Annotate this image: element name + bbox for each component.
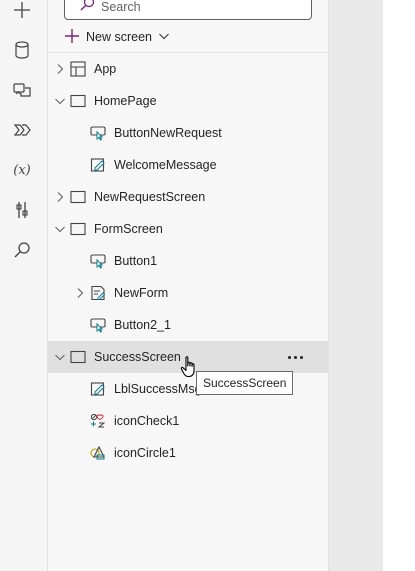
screen-icon xyxy=(70,349,86,365)
new-screen-button[interactable]: New screen xyxy=(64,26,170,48)
tree-item-button2-1[interactable]: Button2_1 xyxy=(48,309,328,341)
tree-item-label: iconCheck1 xyxy=(114,414,180,428)
tree-item-buttonnewrequest[interactable]: ButtonNewRequest xyxy=(48,117,328,149)
tree-item-label: FormScreen xyxy=(94,222,163,236)
tree-item-formscreen[interactable]: FormScreen xyxy=(48,213,328,245)
tooltip: SuccessScreen xyxy=(196,371,294,395)
tree-item-label: Button2_1 xyxy=(114,318,171,332)
chevron-right-icon[interactable] xyxy=(54,191,66,203)
search-input[interactable]: Search xyxy=(64,0,312,20)
tree-item-app[interactable]: App xyxy=(48,53,328,85)
hand-cursor-icon xyxy=(180,356,195,378)
screen-icon xyxy=(70,221,86,237)
label-control-icon xyxy=(90,381,106,397)
screen-icon xyxy=(70,93,86,109)
tree-item-label: WelcomeMessage xyxy=(114,158,217,172)
tree-item-label: Button1 xyxy=(114,254,158,268)
tree-item-label: LblSuccessMsg xyxy=(114,382,202,396)
tree-item-label: SuccessScreen xyxy=(94,350,181,364)
button-control-icon xyxy=(90,317,106,333)
app-icon xyxy=(70,61,86,77)
database-icon[interactable] xyxy=(12,40,32,60)
chevron-right-icon[interactable] xyxy=(54,63,66,75)
tree-item-button1[interactable]: Button1 xyxy=(48,245,328,277)
canvas-gutter xyxy=(329,0,383,571)
tools-icon[interactable] xyxy=(12,200,32,220)
new-screen-label: New screen xyxy=(86,30,152,44)
more-options-icon[interactable] xyxy=(286,352,304,362)
left-rail: (x) xyxy=(0,0,48,571)
tree-item-label: iconCircle1 xyxy=(114,446,176,460)
search-icon[interactable] xyxy=(12,240,32,260)
tree-item-iconcircle1[interactable]: iconCircle1 xyxy=(48,437,328,469)
search-placeholder: Search xyxy=(101,0,141,14)
icons-control-icon xyxy=(90,413,106,429)
plus-icon xyxy=(64,28,80,47)
tree-item-label: NewForm xyxy=(114,286,169,300)
tree-item-homepage[interactable]: HomePage xyxy=(48,85,328,117)
tree-item-label: App xyxy=(94,62,117,76)
tree-item-newform[interactable]: NewForm xyxy=(48,277,328,309)
button-control-icon xyxy=(90,125,106,141)
variable-glyph: (x) xyxy=(13,162,31,178)
plus-icon[interactable] xyxy=(12,0,32,20)
screen-icon xyxy=(70,189,86,205)
chevron-down-icon[interactable] xyxy=(54,223,66,235)
flow-icon[interactable] xyxy=(12,120,32,140)
chevron-down-icon xyxy=(158,30,170,45)
tree-item-welcomemessage[interactable]: WelcomeMessage xyxy=(48,149,328,181)
chevron-down-icon[interactable] xyxy=(54,351,66,363)
chevron-right-icon[interactable] xyxy=(74,287,86,299)
tree-item-newrequestscreen[interactable]: NewRequestScreen xyxy=(48,181,328,213)
canvas-area xyxy=(383,0,415,571)
variable-icon[interactable]: (x) xyxy=(10,160,34,180)
tree-item-label: HomePage xyxy=(94,94,157,108)
tree-item-label: ButtonNewRequest xyxy=(114,126,222,140)
tree-item-iconcheck1[interactable]: iconCheck1 xyxy=(48,405,328,437)
shapes-control-icon xyxy=(90,445,106,461)
chevron-down-icon[interactable] xyxy=(54,95,66,107)
media-icon[interactable] xyxy=(12,80,32,100)
form-control-icon xyxy=(90,285,106,301)
label-control-icon xyxy=(90,157,106,173)
tree-view-panel: Search New screen App HomePage ButtonNew… xyxy=(48,0,329,571)
tree-item-label: NewRequestScreen xyxy=(94,190,206,204)
search-icon xyxy=(79,0,95,15)
button-control-icon xyxy=(90,253,106,269)
